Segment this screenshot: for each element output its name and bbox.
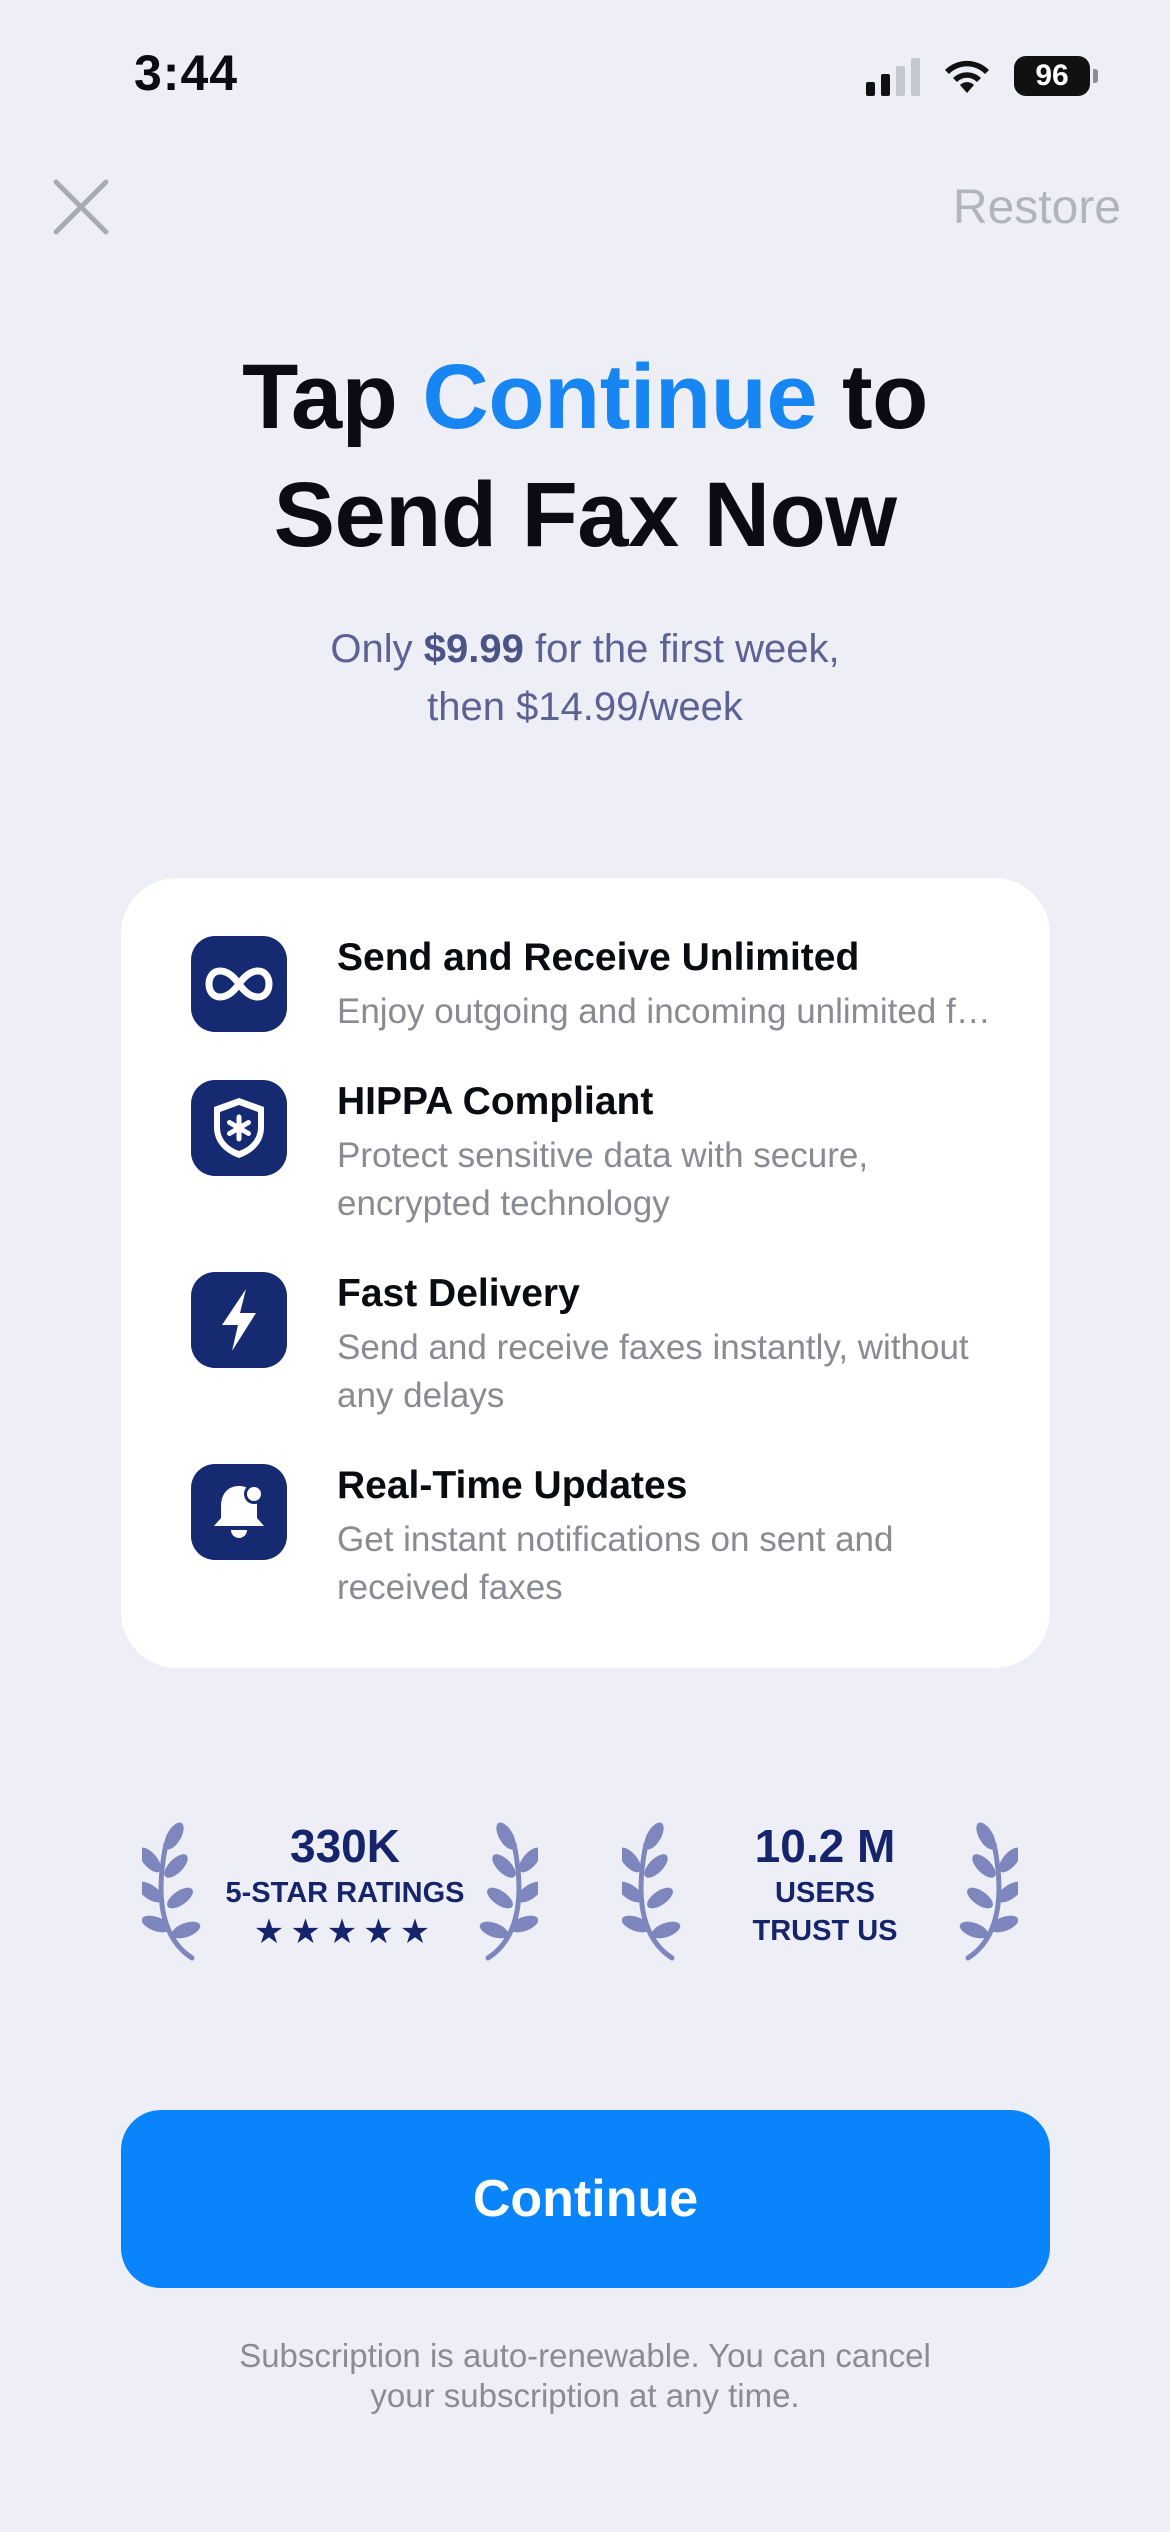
laurel-left-icon bbox=[142, 1822, 201, 1961]
restore-button[interactable]: Restore bbox=[953, 180, 1121, 235]
title-part-2: to bbox=[816, 346, 928, 448]
subscription-footnote: Subscription is auto-renewable. You can … bbox=[0, 2336, 1170, 2416]
users-label-line-1: USERS bbox=[775, 1877, 875, 1909]
infinity-icon bbox=[191, 936, 287, 1032]
ratings-stat: 330K 5-STAR RATINGS ★★★★★ bbox=[210, 1818, 480, 1952]
bell-icon bbox=[191, 1464, 287, 1560]
users-label-line-2: TRUST US bbox=[752, 1915, 898, 1947]
feature-title: Send and Receive Unlimited bbox=[337, 936, 860, 979]
page-title: Tap Continue to Send Fax Now bbox=[0, 338, 1170, 574]
pricing-text: Only $9.99 for the first week, then $14.… bbox=[0, 620, 1170, 736]
feature-title: HIPPA Compliant bbox=[337, 1080, 654, 1123]
cellular-signal-icon bbox=[866, 56, 920, 96]
status-icons: 96 bbox=[866, 56, 1098, 96]
status-time: 3:44 bbox=[134, 45, 239, 101]
feature-title: Real-Time Updates bbox=[337, 1464, 688, 1507]
battery-indicator: 96 bbox=[1014, 56, 1098, 96]
laurel-left-icon bbox=[622, 1822, 681, 1961]
battery-level: 96 bbox=[1035, 59, 1069, 92]
title-line-1: Tap Continue to bbox=[0, 338, 1170, 456]
feature-description: Get instant notifications on sent and re… bbox=[337, 1520, 894, 1607]
title-line-2: Send Fax Now bbox=[273, 464, 897, 566]
title-accent: Continue bbox=[422, 346, 817, 448]
footnote-line-1: Subscription is auto-renewable. You can … bbox=[239, 2337, 931, 2374]
ratings-value: 330K bbox=[290, 1820, 400, 1872]
title-part-1: Tap bbox=[242, 346, 423, 448]
pricing-prefix: Only bbox=[330, 627, 424, 671]
star-rating: ★★★★★ bbox=[253, 1913, 437, 1951]
feature-description: Enjoy outgoing and incoming unlimited fa… bbox=[337, 992, 997, 1031]
features-card: Send and Receive Unlimited Enjoy outgoin… bbox=[121, 878, 1050, 1668]
feature-description: Send and receive faxes instantly, withou… bbox=[337, 1328, 969, 1415]
users-stat: 10.2 M USERS TRUST US bbox=[700, 1818, 950, 1950]
close-button[interactable] bbox=[50, 176, 112, 238]
laurel-right-icon bbox=[479, 1822, 538, 1961]
footnote-line-2: your subscription at any time. bbox=[370, 2377, 800, 2414]
close-icon bbox=[53, 179, 109, 235]
pricing-suffix: for the first week, bbox=[523, 627, 840, 671]
lightning-icon bbox=[191, 1272, 287, 1368]
wifi-icon bbox=[945, 60, 989, 93]
feature-title: Fast Delivery bbox=[337, 1272, 580, 1315]
shield-icon bbox=[191, 1080, 287, 1176]
pricing-line-1: Only $9.99 for the first week, bbox=[0, 620, 1170, 678]
laurel-right-icon bbox=[959, 1822, 1018, 1961]
status-bar: 3:44 96 bbox=[0, 0, 1170, 150]
continue-button[interactable]: Continue bbox=[121, 2110, 1050, 2288]
users-value: 10.2 M bbox=[754, 1820, 896, 1872]
ratings-label: 5-STAR RATINGS bbox=[225, 1877, 465, 1909]
pricing-line-2: then $14.99/week bbox=[427, 685, 743, 729]
feature-description: Protect sensitive data with secure, encr… bbox=[337, 1136, 869, 1223]
intro-price: $9.99 bbox=[423, 627, 524, 671]
